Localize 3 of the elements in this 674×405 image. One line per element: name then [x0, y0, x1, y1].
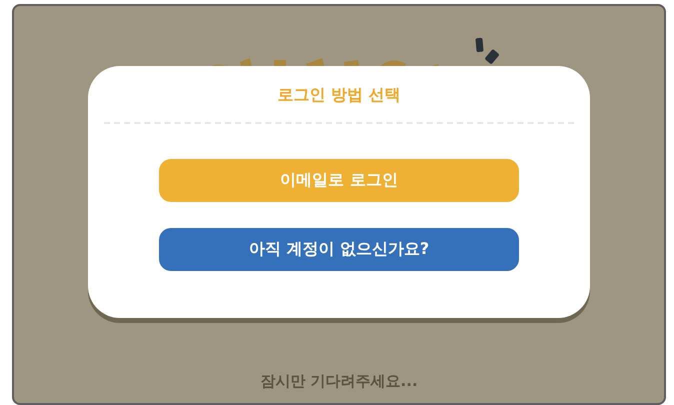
loading-text: 잠시만 기다려주세요... — [260, 372, 418, 391]
signup-button[interactable]: 아직 계정이 없으신가요? — [159, 228, 519, 271]
dialog-title: 로그인 방법 선택 — [277, 84, 401, 106]
